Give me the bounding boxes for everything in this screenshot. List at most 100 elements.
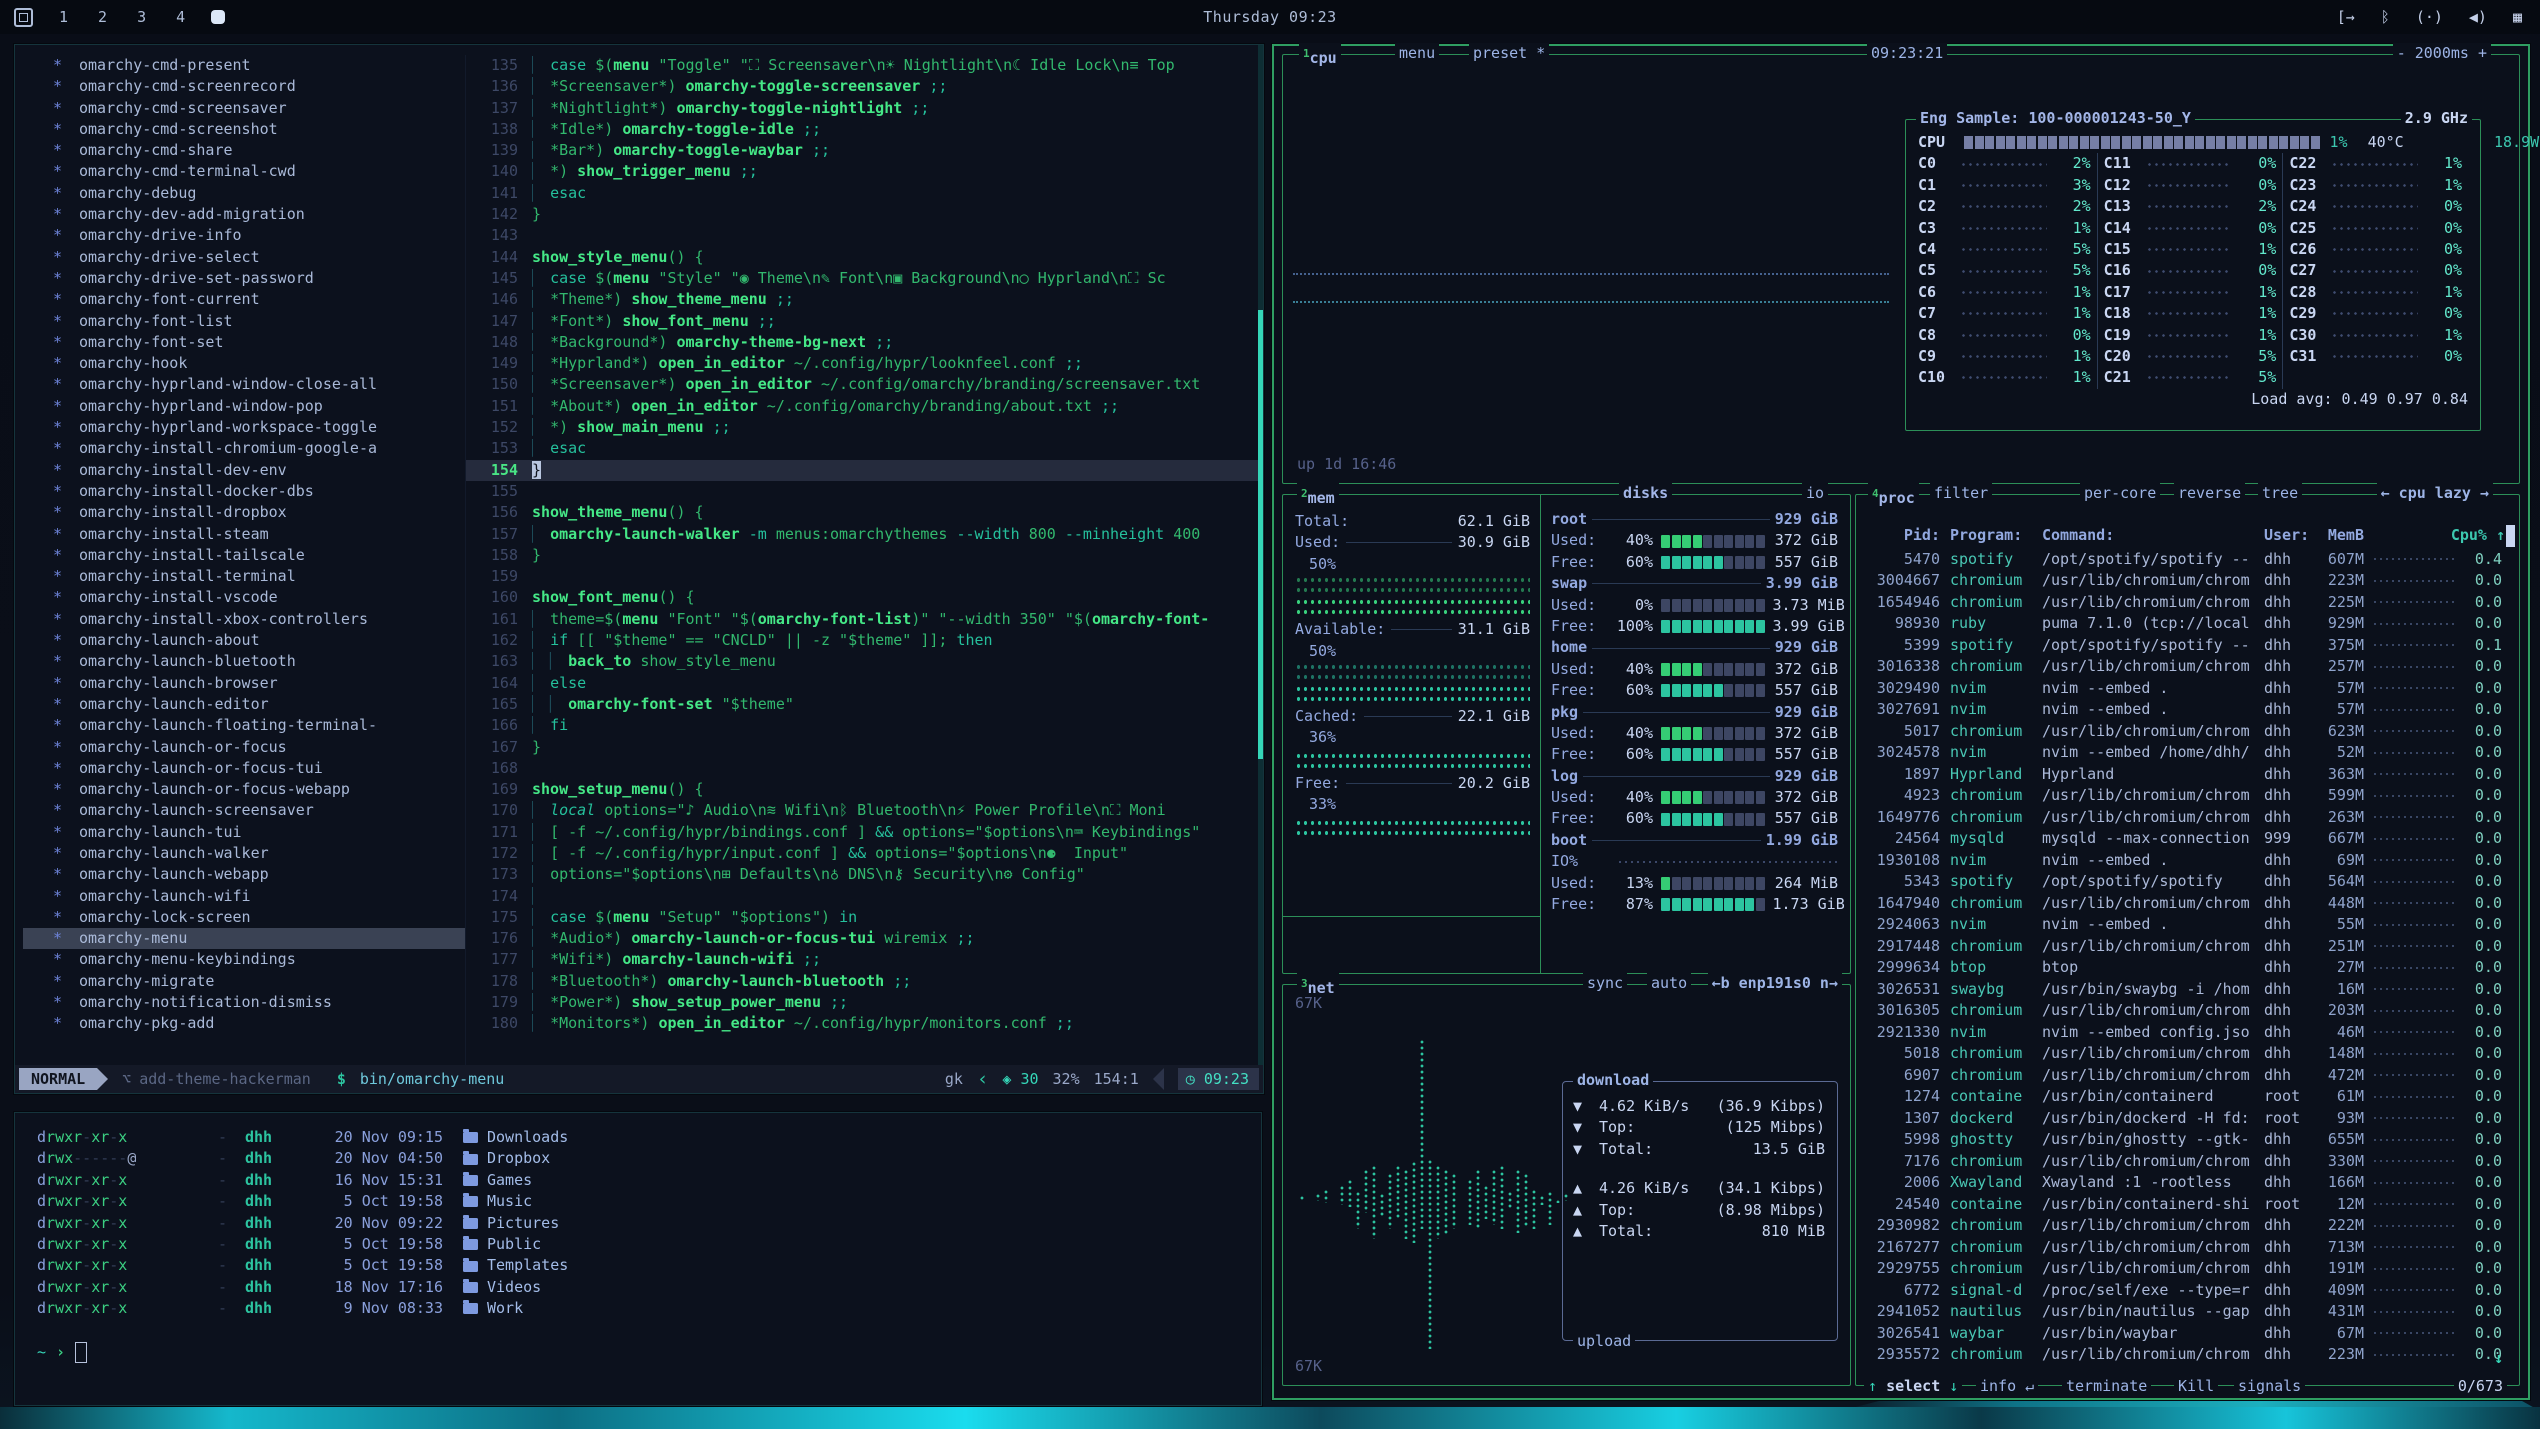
tree-item[interactable]: *omarchy-menu-keybindings (23, 949, 465, 970)
tree-item[interactable]: *omarchy-launch-editor (23, 694, 465, 715)
proc-row[interactable]: 3026531swaybg/usr/bin/swaybg -i /homdhh1… (1866, 979, 2505, 1001)
proc-row[interactable]: 24564mysqldmysqld --max-connection999667… (1866, 828, 2505, 850)
tree-item[interactable]: *omarchy-cmd-screenrecord (23, 76, 465, 97)
workspace-2[interactable]: 2 (98, 8, 107, 26)
workspace-3[interactable]: 3 (137, 8, 146, 26)
tree-item[interactable]: *omarchy-install-xbox-controllers (23, 609, 465, 630)
tree-item[interactable]: *omarchy-drive-select (23, 247, 465, 268)
proc-row[interactable]: 1897HyprlandHyprlanddhh363M0.0 (1866, 764, 2505, 786)
net-auto-button[interactable]: auto (1647, 973, 1691, 994)
tree-item[interactable]: *omarchy-drive-info (23, 225, 465, 246)
proc-row[interactable]: 1930108nvimnvim --embed .dhh69M0.0 (1866, 850, 2505, 872)
tree-item[interactable]: *omarchy-launch-walker (23, 843, 465, 864)
tree-item[interactable]: *omarchy-pkg-add (23, 1013, 465, 1034)
proc-row[interactable]: 5343spotify/opt/spotify/spotifydhh564M0.… (1866, 871, 2505, 893)
scroll-down-indicator[interactable]: ↓ (2494, 1348, 2503, 1369)
proc-row[interactable]: 6772signal-d/proc/self/exe --type=rdhh40… (1866, 1280, 2505, 1302)
net-sync-button[interactable]: sync (1583, 973, 1627, 994)
proc-row[interactable]: 2921330nvimnvim --embed config.jsodhh46M… (1866, 1022, 2505, 1044)
tree-item[interactable]: *omarchy-install-dev-env (23, 460, 465, 481)
tree-item[interactable]: *omarchy-install-vscode (23, 587, 465, 608)
proc-row[interactable]: 5017chromium/usr/lib/chromium/chromdhh62… (1866, 721, 2505, 743)
proc-row[interactable]: 1307dockerd/usr/bin/dockerd -H fd:root93… (1866, 1108, 2505, 1130)
file-tree[interactable]: *omarchy-cmd-present*omarchy-cmd-screenr… (23, 55, 465, 1065)
proc-row[interactable]: 3016305chromium/usr/lib/chromium/chromdh… (1866, 1000, 2505, 1022)
tree-item[interactable]: *omarchy-launch-or-focus-tui (23, 758, 465, 779)
proc-row[interactable]: 1647940chromium/usr/lib/chromium/chromdh… (1866, 893, 2505, 915)
proc-row[interactable]: 2999634btopbtopdhh27M0.0 (1866, 957, 2505, 979)
proc-info-button[interactable]: info ↵ (1976, 1376, 2038, 1397)
tree-item[interactable]: *omarchy-cmd-terminal-cwd (23, 161, 465, 182)
tree-item[interactable]: *omarchy-hyprland-window-close-all (23, 374, 465, 395)
tree-item[interactable]: *omarchy-hook (23, 353, 465, 374)
proc-row[interactable]: 2941052nautilus/usr/bin/nautilus --gapdh… (1866, 1301, 2505, 1323)
tree-item[interactable]: *omarchy-install-docker-dbs (23, 481, 465, 502)
tree-item[interactable]: *omarchy-cmd-share (23, 140, 465, 161)
proc-row[interactable]: 2917448chromium/usr/lib/chromium/chromdh… (1866, 936, 2505, 958)
tree-item[interactable]: *omarchy-install-chromium-google-a (23, 438, 465, 459)
tree-item[interactable]: *omarchy-hyprland-workspace-toggle (23, 417, 465, 438)
proc-row[interactable]: 2167277chromium/usr/lib/chromium/chromdh… (1866, 1237, 2505, 1259)
tree-item[interactable]: *omarchy-install-tailscale (23, 545, 465, 566)
tree-item[interactable]: *omarchy-drive-set-password (23, 268, 465, 289)
proc-terminate-button[interactable]: terminate (2062, 1376, 2151, 1397)
proc-row[interactable]: 4923chromium/usr/lib/chromium/chromdhh59… (1866, 785, 2505, 807)
terminal-window[interactable]: drwxr-xr-x-dhh20 Nov 09:15Downloadsdrwx-… (14, 1112, 1262, 1406)
tree-item[interactable]: *omarchy-launch-or-focus-webapp (23, 779, 465, 800)
proc-row[interactable]: 1654946chromium/usr/lib/chromium/chromdh… (1866, 592, 2505, 614)
tree-item[interactable]: *omarchy-install-steam (23, 524, 465, 545)
proc-select-hint[interactable]: ↑ select ↓ (1864, 1376, 1962, 1397)
proc-row[interactable]: 5470spotify/opt/spotify/spotify --dhh607… (1866, 549, 2505, 571)
code-editor[interactable]: 135▏ case $(menu "Toggle" "⛶ Screensaver… (465, 55, 1263, 1065)
tree-item[interactable]: *omarchy-debug (23, 183, 465, 204)
tree-item[interactable]: *omarchy-launch-browser (23, 673, 465, 694)
tree-item[interactable]: *omarchy-migrate (23, 971, 465, 992)
logout-icon[interactable]: [→ (2337, 8, 2355, 26)
tree-item[interactable]: *omarchy-cmd-present (23, 55, 465, 76)
proc-row[interactable]: 3027691nvimnvim --embed .dhh57M0.0 (1866, 699, 2505, 721)
cpu-tray-icon[interactable]: ▦ (2513, 8, 2522, 26)
workspace-1[interactable]: 1 (59, 8, 68, 26)
tree-item[interactable]: *omarchy-menu (23, 928, 465, 949)
tree-item[interactable]: *omarchy-cmd-screenshot (23, 119, 465, 140)
proc-row[interactable]: 6907chromium/usr/lib/chromium/chromdhh47… (1866, 1065, 2505, 1087)
proc-row[interactable]: 5998ghostty/usr/bin/ghostty --gtk-dhh655… (1866, 1129, 2505, 1151)
tree-item[interactable]: *omarchy-launch-screensaver (23, 800, 465, 821)
btop-window[interactable]: 1cpu menu preset * 09:23:21 - 2000ms + u… (1272, 44, 2530, 1400)
proc-scrollbar-thumb[interactable] (2506, 525, 2515, 547)
proc-reverse-button[interactable]: reverse (2174, 483, 2245, 504)
tree-item[interactable]: *omarchy-cmd-screensaver (23, 98, 465, 119)
proc-row[interactable]: 2924063nvimnvim --embed .dhh55M0.0 (1866, 914, 2505, 936)
tree-item[interactable]: *omarchy-notification-dismiss (23, 992, 465, 1013)
tree-item[interactable]: *omarchy-launch-bluetooth (23, 651, 465, 672)
tree-item[interactable]: *omarchy-font-set (23, 332, 465, 353)
proc-row[interactable]: 2930982chromium/usr/lib/chromium/chromdh… (1866, 1215, 2505, 1237)
proc-row[interactable]: 2935572chromium/usr/lib/chromium/chromdh… (1866, 1344, 2505, 1366)
tree-item[interactable]: *omarchy-launch-tui (23, 822, 465, 843)
tree-item[interactable]: *omarchy-launch-webapp (23, 864, 465, 885)
proc-row[interactable]: 3026541waybar/usr/bin/waybardhh67M0.0 (1866, 1323, 2505, 1345)
proc-row[interactable]: 2006XwaylandXwayland :1 -rootlessdhh166M… (1866, 1172, 2505, 1194)
overview-icon[interactable] (14, 8, 33, 27)
tree-item[interactable]: *omarchy-hyprland-window-pop (23, 396, 465, 417)
cpu-interval-control[interactable]: - 2000ms + (2393, 43, 2491, 64)
active-workspace-indicator[interactable] (211, 10, 225, 24)
cpu-preset-button[interactable]: preset * (1469, 43, 1549, 64)
editor-scrollbar-thumb[interactable] (1258, 310, 1263, 759)
proc-row[interactable]: 5399spotify/opt/spotify/spotify --dhh375… (1866, 635, 2505, 657)
tree-item[interactable]: *omarchy-font-current (23, 289, 465, 310)
tree-item[interactable]: *omarchy-launch-wifi (23, 886, 465, 907)
proc-row[interactable]: 1649776chromium/usr/lib/chromium/chromdh… (1866, 807, 2505, 829)
tree-item[interactable]: *omarchy-dev-add-migration (23, 204, 465, 225)
tree-item[interactable]: *omarchy-install-dropbox (23, 502, 465, 523)
proc-filter-button[interactable]: filter (1930, 483, 1992, 504)
proc-row[interactable]: 3016338chromium/usr/lib/chromium/chromdh… (1866, 656, 2505, 678)
proc-row[interactable]: 3004667chromium/usr/lib/chromium/chromdh… (1866, 570, 2505, 592)
proc-tree-button[interactable]: tree (2258, 483, 2302, 504)
tree-item[interactable]: *omarchy-launch-floating-terminal- (23, 715, 465, 736)
tree-item[interactable]: *omarchy-font-list (23, 311, 465, 332)
proc-row[interactable]: 2929755chromium/usr/lib/chromium/chromdh… (1866, 1258, 2505, 1280)
bluetooth-icon[interactable]: ᛒ (2381, 8, 2390, 26)
proc-row[interactable]: 5018chromium/usr/lib/chromium/chromdhh14… (1866, 1043, 2505, 1065)
proc-sort-control[interactable]: ← cpu lazy → (2377, 483, 2493, 504)
